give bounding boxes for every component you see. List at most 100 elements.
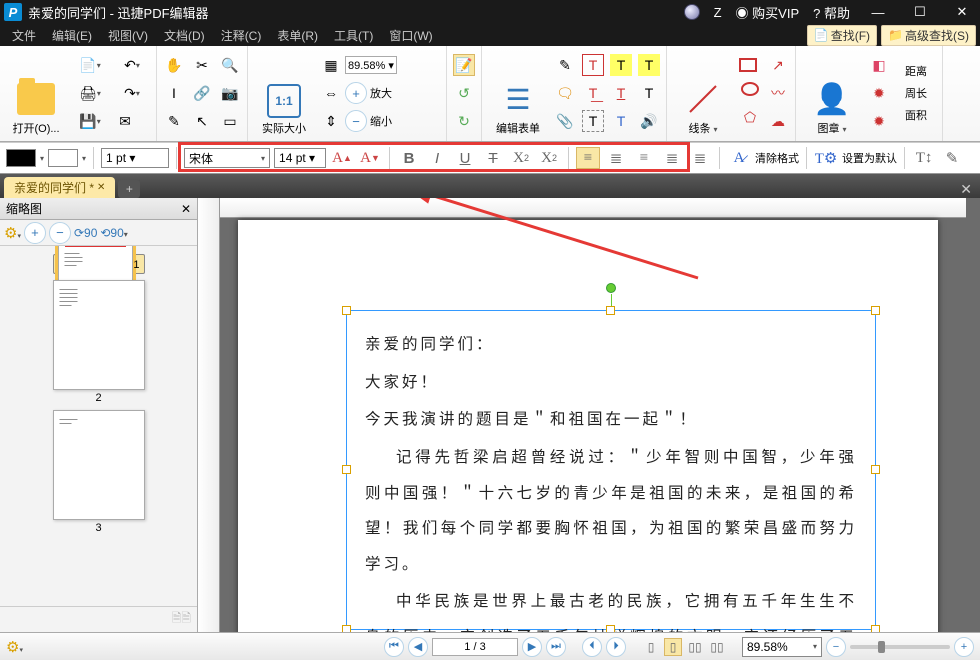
status-zoom-out-icon[interactable]: −: [826, 637, 846, 657]
document-text[interactable]: 亲爱的同学们： 大家好！ 今天我演讲的题目是＂和祖国在一起＂！ 记得先哲梁启超曾…: [347, 311, 875, 632]
last-page-icon[interactable]: ⏭: [546, 637, 566, 657]
zoom-out-icon[interactable]: −: [345, 110, 367, 132]
area-label[interactable]: 面积: [896, 107, 936, 123]
vip-button[interactable]: ◉ 购买VIP: [736, 3, 800, 22]
handle-bm[interactable]: [606, 625, 615, 632]
rect-icon[interactable]: [739, 58, 757, 72]
highlight-icon[interactable]: ✎: [554, 54, 576, 76]
menu-document[interactable]: 文档(D): [156, 27, 213, 44]
advanced-find-button[interactable]: 📁高级查找(S): [881, 25, 976, 46]
set-default-label[interactable]: 设置为默认: [842, 150, 897, 166]
menu-form[interactable]: 表单(R): [269, 27, 326, 44]
panel-gear-icon[interactable]: ⚙▾: [4, 224, 21, 242]
align-left-icon[interactable]: ≡: [576, 147, 600, 169]
attach-icon[interactable]: 📎: [554, 110, 576, 132]
thumbnail-3[interactable]: ▬▬▬▬▬▬▬▬▬▬ 3: [53, 410, 145, 534]
line-weight-select[interactable]: 1 pt ▾: [101, 148, 169, 168]
document-canvas[interactable]: 亲爱的同学们： 大家好！ 今天我演讲的题目是＂和祖国在一起＂！ 记得先哲梁启超曾…: [198, 198, 980, 632]
clear-format-icon[interactable]: A̷: [727, 147, 751, 169]
stamps-button[interactable]: 👤 图章 ▾: [802, 50, 862, 136]
ellipse-icon[interactable]: [739, 78, 761, 100]
prev-page-icon[interactable]: ◀: [408, 637, 428, 657]
note-icon[interactable]: 🗨: [554, 82, 576, 104]
find-button[interactable]: 📄查找(F): [807, 25, 877, 46]
zoom-in-icon[interactable]: +: [345, 82, 367, 104]
menu-edit[interactable]: 编辑(E): [44, 27, 100, 44]
handle-tm[interactable]: [606, 306, 615, 315]
document-tab[interactable]: 亲爱的同学们 *✕: [4, 177, 115, 198]
menu-view[interactable]: 视图(V): [100, 27, 156, 44]
pencil-icon[interactable]: 〰: [767, 82, 789, 104]
text-edit-icon[interactable]: 📝: [453, 54, 475, 76]
shape3-icon[interactable]: ✹: [868, 110, 890, 132]
text-dir-icon[interactable]: T↕: [912, 147, 936, 169]
strikethrough-icon[interactable]: T: [481, 147, 505, 169]
align-right-icon[interactable]: ≡: [632, 147, 656, 169]
callout-icon[interactable]: T͟: [582, 82, 604, 104]
redo-icon[interactable]: ↷▾: [114, 82, 150, 104]
page-number-field[interactable]: [432, 638, 518, 656]
first-page-icon[interactable]: ⏮: [384, 637, 404, 657]
user-label[interactable]: Z: [714, 5, 722, 20]
print-icon[interactable]: 🖨▾: [72, 82, 108, 104]
open-button[interactable]: 打开(O)...: [6, 50, 66, 136]
add-tab-button[interactable]: +: [118, 180, 140, 198]
globe-icon[interactable]: [684, 4, 700, 20]
text-tool2-icon[interactable]: T: [638, 54, 660, 76]
zoom-slider-knob[interactable]: [878, 641, 885, 653]
text-selection-frame[interactable]: 亲爱的同学们： 大家好！ 今天我演讲的题目是＂和祖国在一起＂！ 记得先哲梁启超曾…: [346, 310, 876, 630]
fit-page-icon[interactable]: ▦: [320, 54, 342, 76]
close-button[interactable]: ✕: [948, 4, 976, 20]
handle-bl[interactable]: [342, 625, 351, 632]
snapshot-icon[interactable]: ✂: [191, 54, 213, 76]
single-page-icon[interactable]: ▯: [642, 638, 660, 656]
typewriter-icon[interactable]: T: [582, 110, 604, 132]
continuous-page-icon[interactable]: ▯: [664, 638, 682, 656]
fit-width-icon[interactable]: ⇔: [320, 82, 342, 104]
thumb-zoom-in-icon[interactable]: +: [24, 222, 46, 244]
eraser-icon[interactable]: ◧: [868, 54, 890, 76]
font-size-select[interactable]: 14 pt ▾: [274, 148, 326, 168]
align-distrib-icon[interactable]: ≣: [688, 147, 712, 169]
set-default-icon[interactable]: T⚙: [814, 147, 838, 169]
handle-tl[interactable]: [342, 306, 351, 315]
hand-tool-icon[interactable]: ✋: [163, 54, 185, 76]
sound-icon[interactable]: 🔊: [638, 110, 660, 132]
cloud-icon[interactable]: ☁: [767, 110, 789, 132]
minimize-button[interactable]: —: [864, 5, 892, 20]
cursor-icon[interactable]: ↖: [191, 110, 213, 132]
thumb-zoom-out-icon[interactable]: −: [49, 222, 71, 244]
next-page-icon[interactable]: ▶: [522, 637, 542, 657]
actual-size-button[interactable]: 1:1 实际大小: [254, 50, 314, 136]
underline-icon[interactable]: T: [610, 82, 632, 104]
decrease-font-icon[interactable]: A▼: [358, 147, 382, 169]
arrow-icon[interactable]: ↗: [767, 54, 789, 76]
maximize-button[interactable]: ☐: [906, 4, 934, 20]
clear-format-label[interactable]: 清除格式: [755, 150, 799, 166]
gear2-icon[interactable]: ✹: [868, 82, 890, 104]
link-tool-icon[interactable]: 🔗: [191, 82, 213, 104]
handle-tr[interactable]: [871, 306, 880, 315]
menu-window[interactable]: 窗口(W): [381, 27, 440, 44]
perimeter-label[interactable]: 周长: [896, 85, 936, 101]
rotate-handle[interactable]: [606, 283, 616, 293]
handle-mr[interactable]: [871, 465, 880, 474]
polygon-icon[interactable]: ⬠: [739, 106, 761, 128]
textbox-icon[interactable]: T: [582, 54, 604, 76]
panel-close-icon[interactable]: ✕: [181, 202, 191, 216]
underline-fmt-icon[interactable]: U: [453, 147, 477, 169]
rotate-right-icon[interactable]: ↻: [453, 110, 475, 132]
tabbar-close-icon[interactable]: ✕: [952, 181, 980, 198]
new-doc-icon[interactable]: 📄▾: [72, 54, 108, 76]
email-icon[interactable]: ✉: [114, 110, 136, 132]
camera-icon[interactable]: 📷: [219, 82, 241, 104]
help-button[interactable]: ? 帮助: [813, 3, 850, 22]
status-gear-icon[interactable]: ⚙▾: [6, 638, 23, 656]
status-zoom-in-icon[interactable]: +: [954, 637, 974, 657]
zoom-slider[interactable]: [850, 645, 950, 649]
superscript-icon[interactable]: X2: [537, 147, 561, 169]
handle-ml[interactable]: [342, 465, 351, 474]
menu-comment[interactable]: 注释(C): [213, 27, 270, 44]
edit-tool-icon[interactable]: ✎: [163, 110, 185, 132]
bold-icon[interactable]: B: [397, 147, 421, 169]
